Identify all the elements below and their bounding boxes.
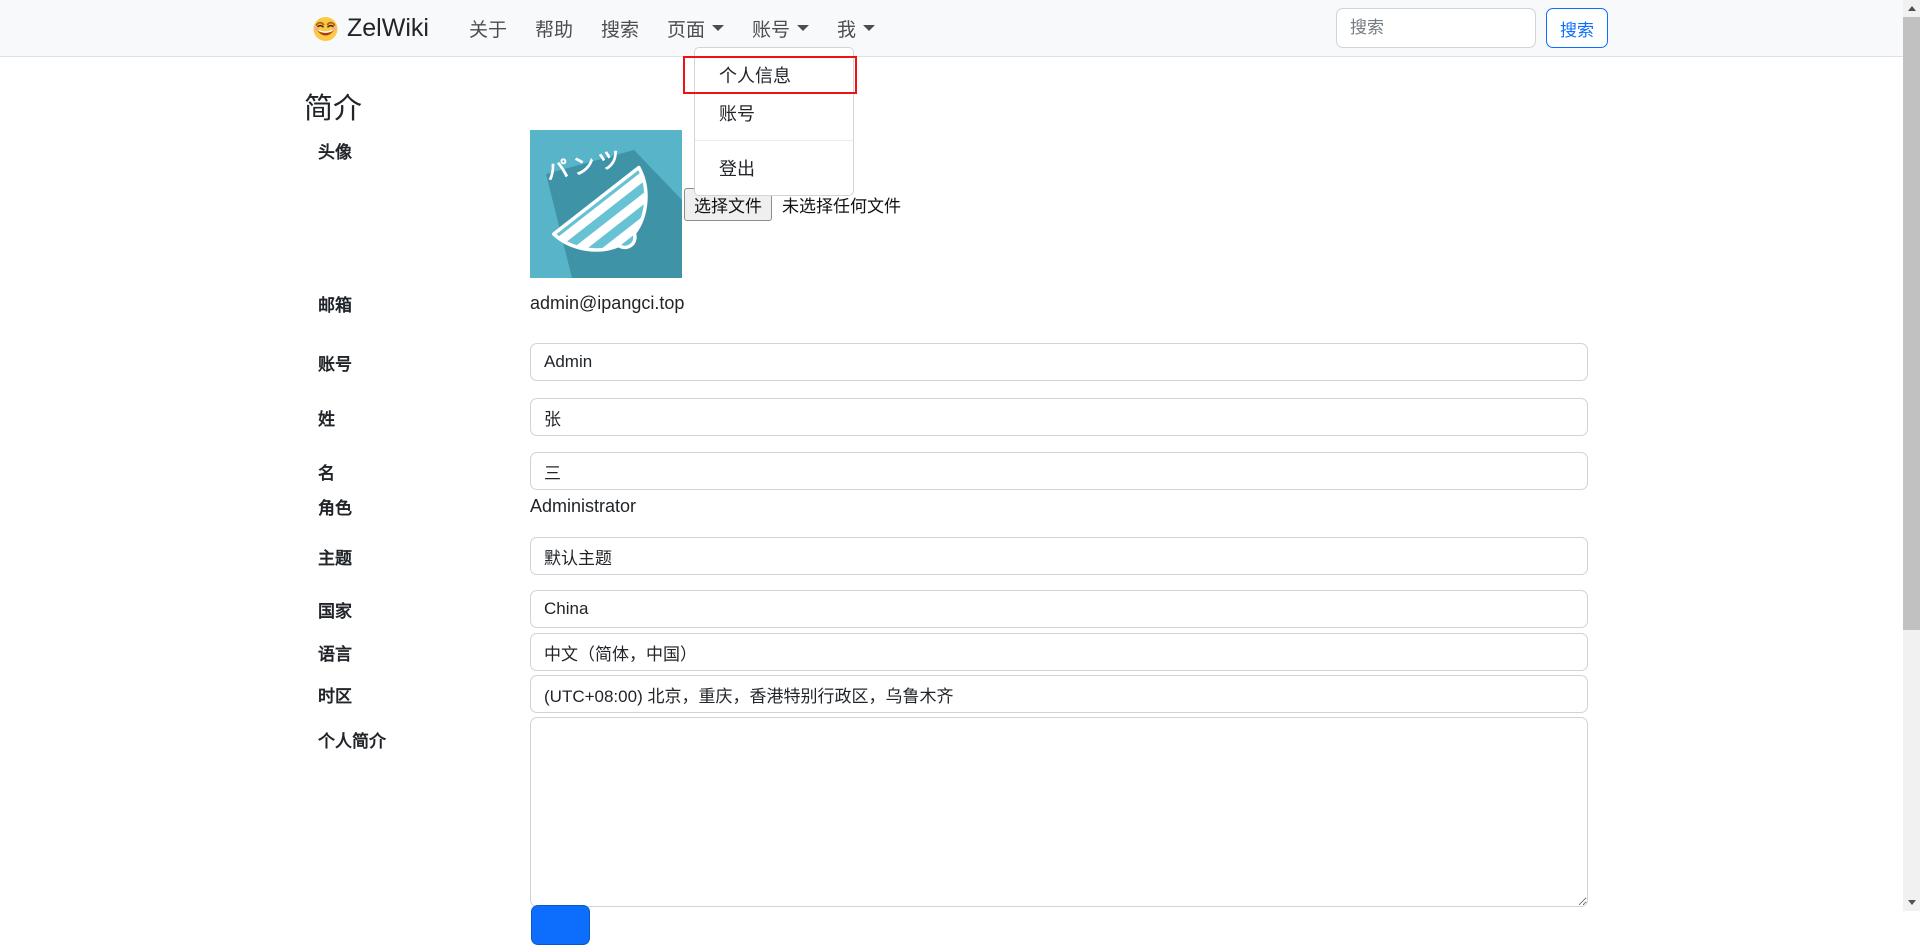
language-input[interactable] — [530, 633, 1588, 671]
nav-item-search[interactable]: 搜索 — [589, 7, 651, 50]
country-label: 国家 — [304, 597, 530, 622]
vertical-scrollbar[interactable] — [1903, 0, 1920, 911]
page-title: 简介 — [304, 85, 1588, 127]
nav-item-about[interactable]: 关于 — [457, 7, 519, 50]
caret-down-icon — [712, 25, 724, 31]
country-row: 国家 — [304, 590, 1588, 628]
dropdown-item-account[interactable]: 账号 — [695, 94, 853, 132]
profile-form: 简介 头像 パンツ — [304, 57, 1588, 912]
dropdown-divider — [695, 140, 853, 141]
smiley-logo-icon — [312, 15, 339, 42]
dropdown-item-logout[interactable]: 登出 — [695, 149, 853, 187]
role-label: 角色 — [304, 494, 530, 519]
timezone-row: 时区 — [304, 675, 1588, 713]
last-name-label: 姓 — [304, 405, 530, 430]
last-name-row: 姓 — [304, 398, 1588, 436]
brand-label: ZelWiki — [347, 14, 429, 43]
nav-item-me-dropdown[interactable]: 我 — [825, 7, 887, 50]
scroll-down-icon[interactable] — [1903, 894, 1920, 911]
theme-row: 主题 — [304, 537, 1588, 575]
scrollbar-thumb[interactable] — [1903, 17, 1920, 630]
timezone-label: 时区 — [304, 682, 530, 707]
first-name-row: 名 — [304, 452, 1588, 490]
account-label: 账号 — [304, 350, 530, 375]
nav-item-help[interactable]: 帮助 — [523, 7, 585, 50]
email-label: 邮箱 — [304, 291, 530, 316]
language-row: 语言 — [304, 633, 1588, 671]
last-name-input[interactable] — [530, 398, 1588, 436]
bio-textarea[interactable] — [530, 717, 1588, 907]
avatar-row: 头像 パンツ — [304, 130, 1588, 278]
theme-label: 主题 — [304, 544, 530, 569]
first-name-input[interactable] — [530, 452, 1588, 490]
avatar-image: パンツ — [530, 130, 682, 278]
country-input[interactable] — [530, 590, 1588, 628]
dropdown-item-profile[interactable]: 个人信息 — [695, 56, 853, 94]
save-button[interactable] — [531, 905, 590, 945]
language-label: 语言 — [304, 640, 530, 665]
search-button[interactable]: 搜索 — [1546, 8, 1608, 48]
nav-item-account-dropdown[interactable]: 账号 — [740, 7, 821, 50]
bio-row: 个人简介 — [304, 717, 1588, 912]
nav-item-pages-dropdown[interactable]: 页面 — [655, 7, 736, 50]
role-value: Administrator — [530, 496, 636, 516]
first-name-label: 名 — [304, 459, 530, 484]
theme-input[interactable] — [530, 537, 1588, 575]
email-value: admin@ipangci.top — [530, 293, 684, 313]
role-row: 角色 Administrator — [304, 494, 1588, 519]
email-row: 邮箱 admin@ipangci.top — [304, 291, 1588, 316]
bio-label: 个人简介 — [304, 717, 530, 752]
navbar: ZelWiki 关于 帮助 搜索 页面 账号 我 搜索 — [0, 0, 1920, 57]
avatar-label: 头像 — [304, 130, 530, 163]
account-input[interactable] — [530, 343, 1588, 381]
scroll-up-icon[interactable] — [1903, 0, 1920, 17]
caret-down-icon — [797, 25, 809, 31]
account-row: 账号 — [304, 343, 1588, 381]
search-input[interactable] — [1336, 8, 1536, 48]
timezone-input[interactable] — [530, 675, 1588, 713]
caret-down-icon — [863, 25, 875, 31]
nav-links: 关于 帮助 搜索 页面 账号 我 — [457, 7, 887, 50]
brand[interactable]: ZelWiki — [312, 14, 429, 43]
me-dropdown-menu: 个人信息 账号 登出 — [694, 47, 854, 196]
